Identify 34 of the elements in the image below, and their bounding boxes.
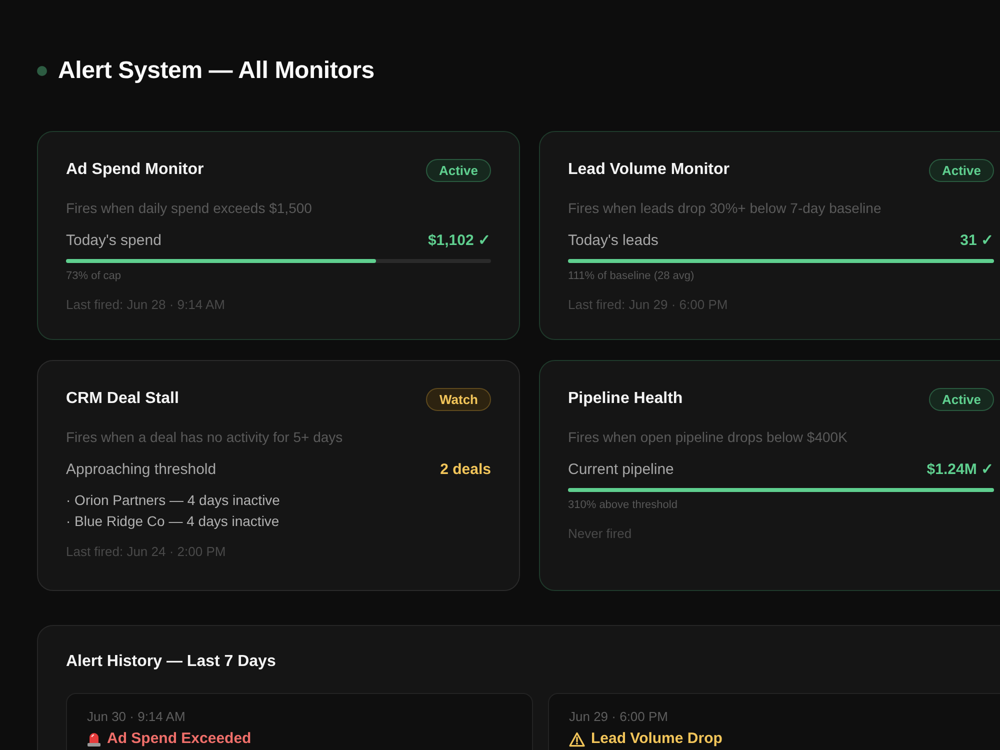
deal-item: · Blue Ridge Co — 4 days inactive bbox=[66, 512, 280, 531]
card-title: CRM Deal Stall bbox=[66, 389, 179, 409]
metric-label: Today's leads bbox=[568, 231, 658, 251]
card-description: Fires when leads drop 30%+ below 7-day baseline bbox=[568, 199, 882, 217]
status-badge: Watch bbox=[426, 388, 491, 410]
metric-label: Current pipeline bbox=[568, 460, 674, 480]
alert-title: Lead Volume Drop bbox=[591, 729, 722, 749]
alert-title: Ad Spend Exceeded bbox=[107, 729, 252, 749]
metric-value: 31 ✓ bbox=[960, 231, 994, 251]
metric-label: Approaching threshold bbox=[66, 460, 216, 480]
card-description: Fires when open pipeline drops below $400K bbox=[568, 428, 848, 446]
alert-timestamp: Jun 29 · 6:00 PM bbox=[569, 709, 669, 725]
metric-value: 2 deals bbox=[440, 460, 491, 480]
status-dot-icon bbox=[37, 66, 47, 76]
card-title: Pipeline Health bbox=[568, 389, 683, 409]
card-description: Fires when a deal has no activity for 5+ days bbox=[66, 428, 344, 446]
siren-icon bbox=[87, 731, 101, 747]
progress-note: 310% above threshold bbox=[568, 498, 678, 512]
status-badge: Active bbox=[928, 388, 994, 410]
status-badge: Active bbox=[928, 158, 994, 182]
progress-note: 111% of baseline (28 avg) bbox=[568, 269, 696, 283]
page-title: Alert System — All Monitors bbox=[58, 56, 374, 86]
metric-value: $1.24M ✓ bbox=[926, 460, 994, 480]
card-description: Fires when daily spend exceeds $1,500 bbox=[66, 199, 313, 217]
warning-icon bbox=[569, 732, 585, 746]
metric-value: $1,102 ✓ bbox=[428, 231, 491, 251]
card-title: Lead Volume Monitor bbox=[568, 160, 730, 180]
metric-label: Today's spend bbox=[66, 231, 162, 251]
alert-timestamp: Jun 30 · 9:14 AM bbox=[87, 709, 186, 725]
card-title: Ad Spend Monitor bbox=[66, 160, 204, 180]
panel-title: Alert History — Last 7 Days bbox=[66, 652, 277, 672]
progress-note: 73% of cap bbox=[66, 269, 122, 283]
status-badge: Active bbox=[426, 158, 491, 182]
deal-item: · Orion Partners — 4 days inactive bbox=[66, 491, 281, 510]
